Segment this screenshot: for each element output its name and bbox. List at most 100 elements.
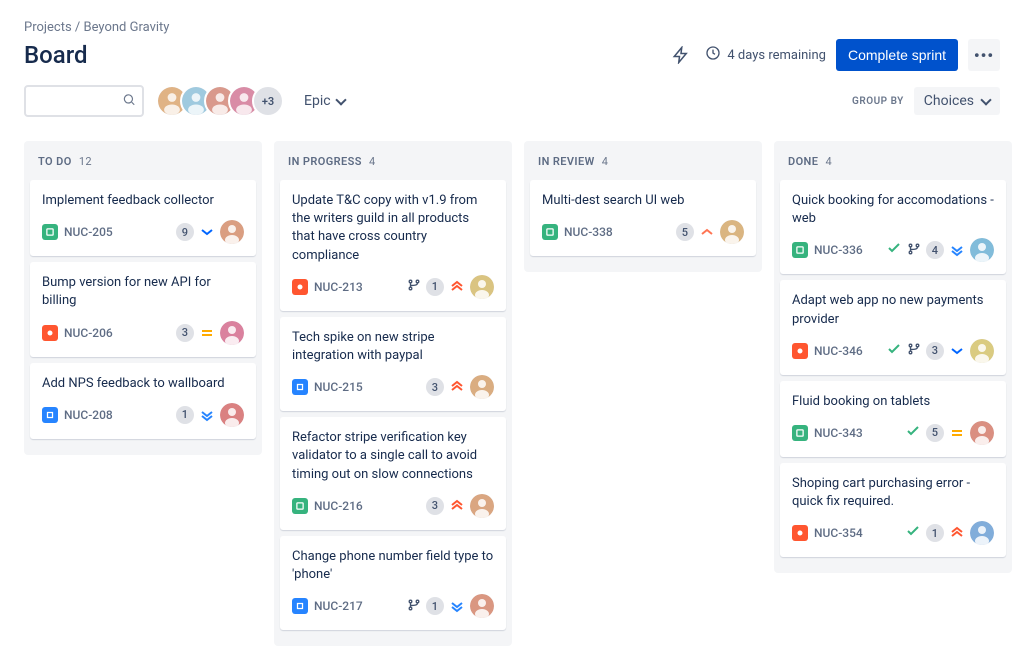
- done-check-icon: [905, 523, 921, 543]
- issue-type-task-icon: [292, 598, 308, 614]
- done-check-icon: [886, 341, 902, 361]
- estimate-badge: 1: [176, 406, 194, 424]
- issue-card[interactable]: Quick booking for accomodations - web NU…: [780, 180, 1006, 274]
- card-title: Refactor stripe verification key validat…: [292, 429, 494, 484]
- epic-filter-button[interactable]: Epic: [296, 87, 353, 115]
- issue-type-bug-icon: [42, 325, 58, 341]
- issue-card[interactable]: Adapt web app no new payments provider N…: [780, 280, 1006, 374]
- priority-low-icon: [949, 343, 965, 359]
- board-column: TO DO 12 Implement feedback collector NU…: [24, 141, 262, 455]
- card-title: Quick booking for accomodations - web: [792, 192, 994, 228]
- card-title: Add NPS feedback to wallboard: [42, 375, 244, 393]
- assignee-avatar[interactable]: [470, 494, 494, 518]
- issue-key: NUC-217: [314, 599, 363, 613]
- overflow-menu-button[interactable]: •••: [968, 39, 1000, 71]
- card-title: Adapt web app no new payments provider: [792, 292, 994, 328]
- issue-type-task-icon: [292, 379, 308, 395]
- column-header: IN PROGRESS 4: [280, 151, 506, 180]
- issue-card[interactable]: Shoping cart purchasing error - quick fi…: [780, 463, 1006, 557]
- assignee-avatar[interactable]: [970, 421, 994, 445]
- issue-type-story-icon: [292, 498, 308, 514]
- assignee-avatar[interactable]: [220, 220, 244, 244]
- page-title: Board: [24, 41, 88, 69]
- breadcrumb[interactable]: Projects / Beyond Gravity: [24, 20, 1000, 35]
- estimate-badge: 1: [426, 597, 444, 615]
- column-header: TO DO 12: [30, 151, 256, 180]
- issue-card[interactable]: Tech spike on new stripe integration wit…: [280, 317, 506, 411]
- priority-high-icon: [699, 224, 715, 240]
- assignee-avatar[interactable]: [220, 403, 244, 427]
- assignee-avatar[interactable]: [470, 375, 494, 399]
- card-title: Update T&C copy with v1.9 from the write…: [292, 192, 494, 265]
- issue-card[interactable]: Implement feedback collector NUC-205 9: [30, 180, 256, 256]
- bolt-icon[interactable]: [667, 41, 695, 69]
- branch-icon: [407, 597, 421, 616]
- issue-key: NUC-346: [814, 344, 863, 358]
- assignee-avatar[interactable]: [470, 275, 494, 299]
- issue-key: NUC-338: [564, 225, 613, 239]
- avatar-more[interactable]: +3: [252, 85, 284, 117]
- issue-card[interactable]: Change phone number field type to 'phone…: [280, 536, 506, 630]
- group-by-label: GROUP BY: [852, 96, 904, 107]
- group-by-select[interactable]: Choices: [914, 87, 1000, 115]
- issue-key: NUC-205: [64, 225, 113, 239]
- done-check-icon: [886, 240, 902, 260]
- board-column: IN PROGRESS 4 Update T&C copy with v1.9 …: [274, 141, 512, 646]
- issue-card[interactable]: Fluid booking on tablets NUC-343 5: [780, 381, 1006, 457]
- issue-card[interactable]: Refactor stripe verification key validat…: [280, 417, 506, 530]
- issue-card[interactable]: Multi-dest search UI web NUC-338 5: [530, 180, 756, 256]
- assignee-avatar[interactable]: [220, 321, 244, 345]
- assignee-avatar[interactable]: [970, 521, 994, 545]
- priority-low-icon: [199, 224, 215, 240]
- estimate-badge: 5: [926, 424, 944, 442]
- estimate-badge: 3: [426, 497, 444, 515]
- priority-highest-icon: [949, 525, 965, 541]
- branch-icon: [407, 277, 421, 296]
- estimate-badge: 4: [926, 241, 944, 259]
- issue-key: NUC-216: [314, 499, 363, 513]
- card-title: Bump version for new API for billing: [42, 274, 244, 310]
- board-column: DONE 4 Quick booking for accomodations -…: [774, 141, 1012, 573]
- issue-key: NUC-215: [314, 380, 363, 394]
- priority-highest-icon: [449, 498, 465, 514]
- estimate-badge: 3: [426, 378, 444, 396]
- estimate-badge: 5: [676, 223, 694, 241]
- issue-card[interactable]: Bump version for new API for billing NUC…: [30, 262, 256, 356]
- search-input-wrapper: [24, 85, 144, 117]
- chevron-down-icon: [980, 94, 991, 105]
- issue-key: NUC-354: [814, 526, 863, 540]
- issue-key: NUC-213: [314, 280, 363, 294]
- remaining-text: 4 days remaining: [727, 48, 826, 63]
- assignee-avatar[interactable]: [720, 220, 744, 244]
- issue-key: NUC-208: [64, 408, 113, 422]
- issue-type-bug-icon: [792, 343, 808, 359]
- estimate-badge: 3: [176, 324, 194, 342]
- priority-highest-icon: [449, 379, 465, 395]
- assignee-avatar[interactable]: [470, 594, 494, 618]
- assignee-avatar[interactable]: [970, 339, 994, 363]
- estimate-badge: 1: [926, 524, 944, 542]
- card-title: Tech spike on new stripe integration wit…: [292, 329, 494, 365]
- priority-lowest-icon: [199, 407, 215, 423]
- column-header: DONE 4: [780, 151, 1006, 180]
- complete-sprint-button[interactable]: Complete sprint: [836, 39, 958, 71]
- avatar-group[interactable]: +3: [156, 85, 284, 117]
- issue-card[interactable]: Update T&C copy with v1.9 from the write…: [280, 180, 506, 311]
- issue-type-bug-icon: [792, 525, 808, 541]
- issue-type-bug-icon: [292, 279, 308, 295]
- issue-type-story-icon: [792, 242, 808, 258]
- priority-highest-icon: [449, 279, 465, 295]
- card-title: Shoping cart purchasing error - quick fi…: [792, 475, 994, 511]
- issue-type-story-icon: [42, 224, 58, 240]
- issue-key: NUC-206: [64, 326, 113, 340]
- issue-type-story-icon: [542, 224, 558, 240]
- column-header: IN REVIEW 4: [530, 151, 756, 180]
- assignee-avatar[interactable]: [970, 238, 994, 262]
- card-title: Multi-dest search UI web: [542, 192, 744, 210]
- estimate-badge: 9: [176, 223, 194, 241]
- estimate-badge: 3: [926, 342, 944, 360]
- board-column: IN REVIEW 4 Multi-dest search UI web NUC…: [524, 141, 762, 272]
- card-title: Implement feedback collector: [42, 192, 244, 210]
- priority-lowest-icon: [449, 598, 465, 614]
- issue-card[interactable]: Add NPS feedback to wallboard NUC-208 1: [30, 363, 256, 439]
